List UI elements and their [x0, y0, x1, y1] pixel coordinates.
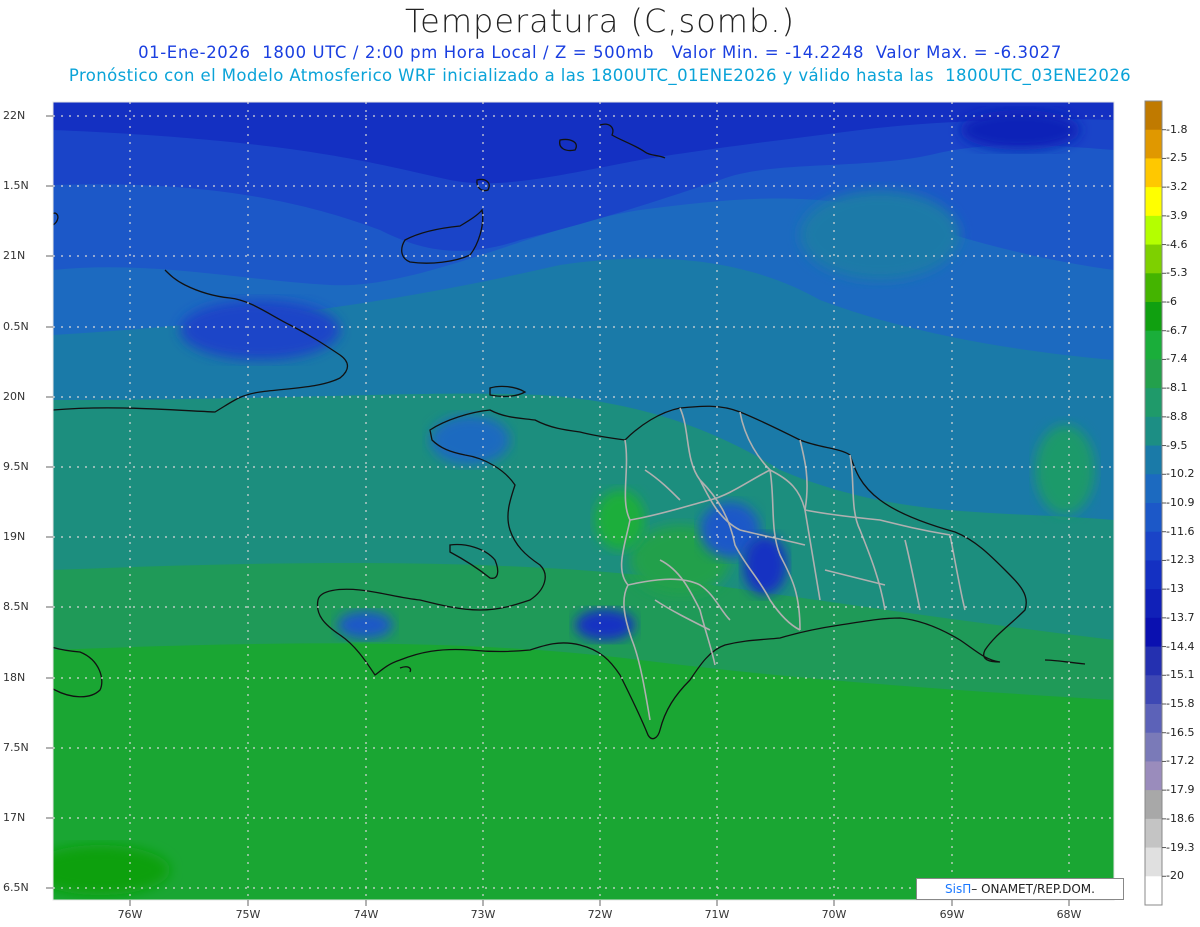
lat-label: 17N	[3, 811, 26, 824]
lon-label: 68W	[1056, 908, 1082, 921]
colorbar-label: -3.9	[1166, 208, 1188, 222]
colorbar-label: -17.9	[1166, 783, 1195, 797]
lat-label: 22N	[3, 109, 26, 122]
colorbar-swatch	[1145, 790, 1162, 820]
colorbar-swatch	[1145, 589, 1162, 619]
lat-label: 8.5N	[3, 600, 29, 613]
lon-label: 76W	[117, 908, 143, 921]
lon-label: 72W	[587, 908, 613, 921]
colorbar	[1144, 100, 1166, 906]
colorbar-swatch	[1145, 445, 1162, 475]
colorbar-label: -10.9	[1166, 496, 1195, 509]
lat-label: 20N	[3, 390, 26, 403]
colorbar-swatch	[1145, 302, 1162, 332]
colorbar-swatch	[1145, 187, 1162, 217]
lat-label: 9.5N	[3, 460, 29, 473]
lat-label: 19N	[3, 530, 26, 543]
colorbar-swatch	[1145, 675, 1162, 705]
colorbar-swatch	[1145, 416, 1162, 447]
colorbar-swatch	[1145, 474, 1162, 504]
lat-label: 7.5N	[3, 741, 29, 754]
colorbar-label: -16.5	[1166, 725, 1195, 739]
colorbar-swatch	[1145, 818, 1162, 849]
colorbar-swatch	[1145, 215, 1162, 246]
colorbar-label: -6.7	[1166, 323, 1188, 337]
lon-label: 69W	[939, 908, 965, 921]
credit-text: – ONAMET/REP.DOM.	[971, 882, 1095, 896]
colorbar-swatch	[1145, 158, 1162, 188]
lon-label: 70W	[821, 908, 847, 921]
colorbar-swatch	[1145, 732, 1162, 762]
colorbar-swatch	[1145, 388, 1162, 418]
colorbar-label: -19.3	[1166, 840, 1195, 854]
temperature-map	[46, 100, 1166, 906]
colorbar-label: -12.3	[1166, 553, 1195, 567]
lat-label: 1.5N	[3, 179, 29, 192]
colorbar-label: -8.8	[1166, 409, 1188, 423]
colorbar-label: -5.3	[1166, 266, 1188, 280]
colorbar-swatch	[1145, 646, 1162, 676]
colorbar-label: -11.6	[1166, 524, 1195, 538]
colorbar-swatch	[1145, 330, 1162, 360]
colorbar-label: -9.5	[1166, 438, 1188, 452]
colorbar-label: -3.2	[1166, 180, 1188, 194]
colorbar-label: -1.8	[1166, 122, 1188, 136]
colorbar-swatch	[1145, 273, 1162, 303]
colorbar-swatch	[1145, 503, 1162, 533]
colorbar-label: -7.4	[1166, 352, 1188, 366]
lon-label: 73W	[470, 908, 496, 921]
lat-label: 21N	[3, 249, 26, 262]
colorbar-swatch	[1145, 531, 1162, 561]
lon-label: 75W	[235, 908, 261, 921]
lat-label: 6.5N	[3, 881, 29, 894]
colorbar-label: -8.1	[1166, 381, 1188, 395]
sispi-logo: SisΠ	[945, 882, 972, 896]
colorbar-label: -6	[1166, 295, 1177, 308]
colorbar-label: -20	[1166, 869, 1184, 883]
colorbar-label: -15.1	[1166, 668, 1195, 682]
colorbar-label: -4.6	[1166, 237, 1188, 251]
colorbar-swatch	[1145, 560, 1162, 590]
colorbar-label: -13	[1166, 582, 1184, 596]
colorbar-swatch	[1145, 244, 1162, 274]
colorbar-swatch	[1145, 359, 1162, 389]
colorbar-swatch	[1145, 101, 1162, 131]
colorbar-swatch	[1145, 847, 1162, 877]
colorbar-label: -10.2	[1166, 467, 1195, 481]
lat-label: 18N	[3, 671, 26, 684]
colorbar-label: -18.6	[1166, 811, 1195, 825]
lon-label: 74W	[353, 908, 379, 921]
colorbar-label: -2.5	[1166, 151, 1188, 165]
lon-label: 71W	[704, 908, 730, 921]
colorbar-label: -15.8	[1166, 697, 1195, 710]
colorbar-label: -13.7	[1166, 610, 1195, 624]
colorbar-label: -17.2	[1166, 754, 1195, 768]
temperature-field	[53, 102, 1114, 900]
colorbar-label: -14.4	[1166, 639, 1195, 653]
credit-box: SisΠ – ONAMET/REP.DOM.	[916, 878, 1124, 900]
colorbar-swatch	[1145, 876, 1162, 906]
colorbar-swatch	[1145, 617, 1162, 648]
colorbar-swatch	[1145, 704, 1162, 734]
colorbar-swatch	[1145, 129, 1162, 159]
lat-label: 0.5N	[3, 320, 29, 333]
colorbar-swatch	[1145, 761, 1162, 791]
